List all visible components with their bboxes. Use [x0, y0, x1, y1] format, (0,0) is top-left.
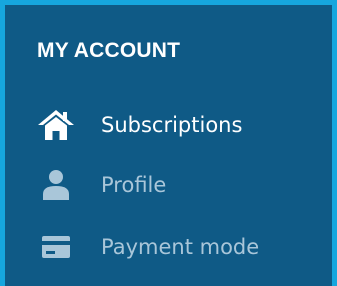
menu-item-subscriptions[interactable]: Subscriptions	[35, 108, 325, 142]
home-icon	[35, 108, 77, 142]
menu-item-label: Payment mode	[101, 235, 260, 259]
account-menu-title: MY ACCOUNT	[37, 39, 181, 62]
menu-item-label: Profile	[101, 173, 167, 197]
user-icon	[35, 168, 77, 202]
account-menu-panel: MY ACCOUNT Subscriptions Profile Payment…	[0, 0, 337, 286]
credit-card-icon	[35, 230, 77, 264]
menu-item-label: Subscriptions	[101, 113, 243, 137]
menu-item-payment-mode[interactable]: Payment mode	[35, 230, 325, 264]
menu-item-profile[interactable]: Profile	[35, 168, 325, 202]
